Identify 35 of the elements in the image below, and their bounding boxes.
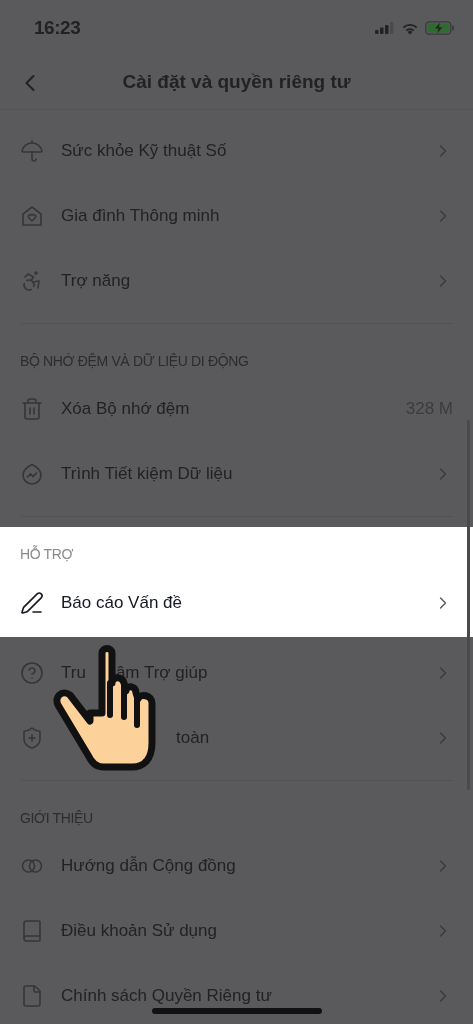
section-header: HỖ TRỢ	[0, 527, 473, 569]
settings-row[interactable]: Báo cáo Vấn đề	[0, 569, 473, 637]
pen-icon	[20, 591, 44, 615]
row-label: Điều khoản Sử dụng	[61, 919, 217, 942]
document-icon	[20, 983, 44, 1008]
row-label: Xóa Bộ nhớ đệm	[61, 397, 190, 420]
row-label: Tru	[61, 661, 86, 684]
settings-row[interactable]: Hướng dẫn Cộng đồng	[0, 833, 473, 898]
umbrella-icon	[20, 138, 44, 163]
status-time: 16:23	[34, 15, 81, 40]
settings-row[interactable]: Chính sách Quyền Riêng tư	[0, 963, 473, 1024]
row-label: Sức khỏe Kỹ thuật Số	[61, 139, 227, 162]
row-label: Trình Tiết kiệm Dữ liệu	[61, 462, 233, 485]
row-label: Hướng dẫn Cộng đồng	[61, 854, 236, 877]
signal-icon	[375, 22, 395, 34]
shield-icon	[20, 725, 44, 750]
row-label: toàn	[176, 726, 210, 749]
page-title: Cài đặt và quyền riêng tư	[122, 70, 351, 95]
house-heart-icon	[20, 203, 44, 228]
trash-icon	[20, 396, 44, 421]
battery-icon	[425, 21, 455, 35]
settings-row[interactable]: Điều khoản Sử dụng	[0, 898, 473, 963]
settings-row[interactable]: Trình Tiết kiệm Dữ liệu	[0, 441, 473, 506]
settings-row[interactable]: toàn	[0, 705, 473, 770]
row-label: Báo cáo Vấn đề	[61, 592, 182, 615]
row-label: Chính sách Quyền Riêng tư	[61, 984, 272, 1007]
row-label: Gia đình Thông minh	[61, 204, 220, 227]
book-icon	[20, 918, 44, 943]
help-icon	[20, 660, 44, 685]
settings-row[interactable]: Gia đình Thông minh	[0, 183, 473, 248]
data-saver-icon	[20, 461, 44, 486]
wifi-icon	[401, 21, 419, 35]
settings-row[interactable]: Sức khỏe Kỹ thuật Số	[0, 118, 473, 183]
settings-row[interactable]: Trợ năng	[0, 248, 473, 313]
row-label: Trợ năng	[61, 269, 131, 292]
